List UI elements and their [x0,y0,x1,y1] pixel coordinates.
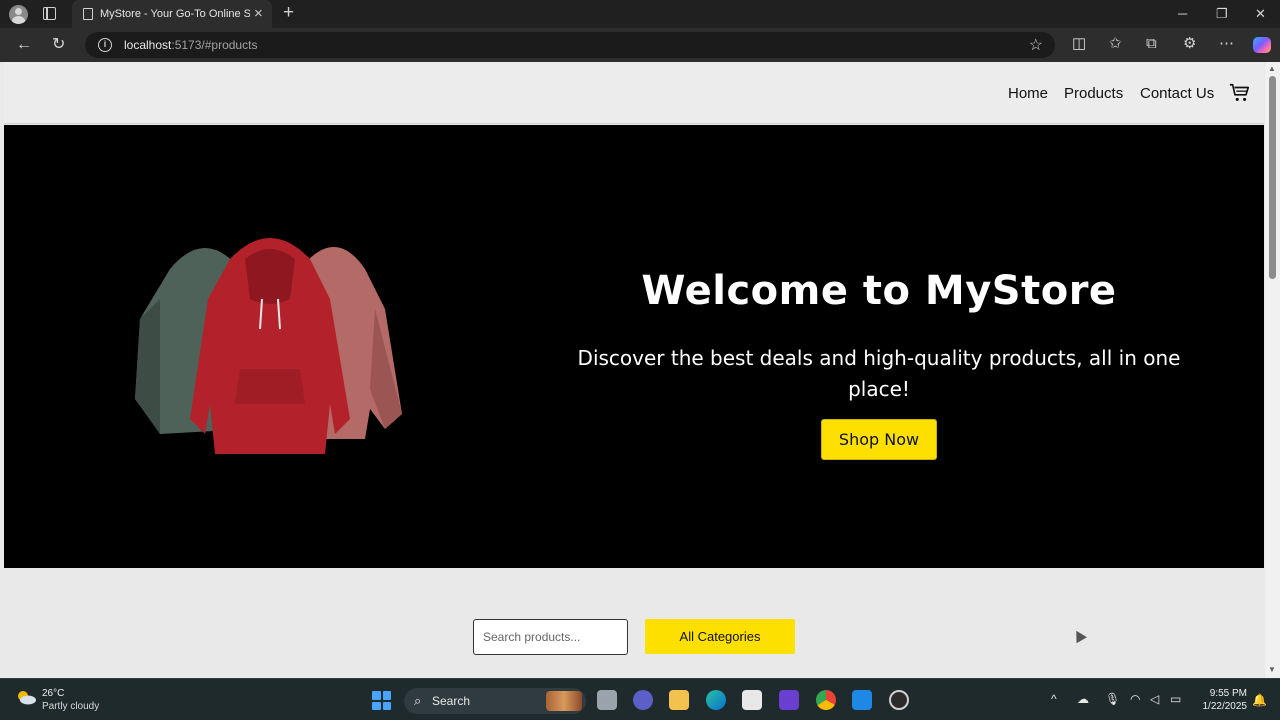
edge-icon[interactable] [706,690,726,710]
file-explorer-icon[interactable] [597,690,617,710]
chrome-icon[interactable] [816,690,836,710]
browser-title-bar: MyStore - Your Go-To Online Store × + ─ … [0,0,1280,28]
hero-subtitle: Discover the best deals and high-quality… [577,346,1181,401]
store-icon[interactable] [742,690,762,710]
wifi-icon[interactable]: ◠ [1130,693,1140,706]
taskbar-search-label: Search [432,694,471,708]
teams-icon[interactable] [633,690,653,710]
show-hidden-icons-icon[interactable]: ^ [1051,693,1057,706]
favorite-star-icon[interactable]: ☆ [1029,35,1043,55]
shop-now-button[interactable]: Shop Now [821,419,937,460]
url-path: :5173/#products [171,38,258,52]
window-close-icon[interactable]: ✕ [1255,6,1266,21]
weather-description[interactable]: Partly cloudy [42,701,99,712]
split-screen-icon[interactable]: ◫ [1072,36,1086,52]
profile-icon[interactable] [9,5,28,24]
extensions-icon[interactable]: ⚙ [1183,36,1196,52]
hero-title: Welcome to MyStore [641,268,1117,314]
tab-title: MyStore - Your Go-To Online Store [100,8,250,20]
url-text[interactable]: localhost:5173/#products [124,38,257,52]
battery-icon[interactable]: ▭ [1170,693,1181,706]
hero-banner: Welcome to MyStore Discover the best dea… [4,125,1264,568]
volume-icon[interactable]: ◁ [1150,693,1159,706]
search-highlight-image [546,691,582,711]
copilot-icon[interactable] [1253,37,1271,53]
page-scrollbar[interactable]: ▲ ▼ [1265,62,1280,678]
search-icon: ⌕ [414,693,422,708]
tab-actions-icon[interactable] [43,7,56,20]
new-tab-icon[interactable]: + [283,3,294,23]
product-search-input[interactable] [473,619,628,655]
cart-icon[interactable] [1229,82,1251,104]
url-host: localhost [124,38,172,52]
more-icon[interactable]: ⋯ [1219,36,1234,52]
restore-icon[interactable]: ❐ [1216,6,1228,21]
reload-icon[interactable]: ↻ [52,36,65,53]
back-icon[interactable]: ← [16,36,32,53]
browser-toolbar: ← ↻ i localhost:5173/#products ☆ ◫ ✩ ⧉ ⚙… [0,28,1280,62]
minimize-icon[interactable]: ─ [1178,6,1187,21]
page-icon [83,8,93,20]
vscode-icon[interactable] [852,690,872,710]
browser-tab[interactable]: MyStore - Your Go-To Online Store × [72,0,272,28]
taskbar-search[interactable]: ⌕ Search [404,688,586,714]
product-controls: All Categories [4,568,1264,678]
nav-products-link[interactable]: Products [1064,85,1123,102]
nav-contact-link[interactable]: Contact Us [1140,85,1214,102]
start-icon[interactable] [372,691,391,710]
folder-icon[interactable] [669,690,689,710]
info-icon[interactable]: i [98,38,112,52]
clock-time[interactable]: 9:55 PM [1197,688,1247,699]
notification-bell-icon[interactable]: 🔔 [1252,693,1267,707]
scrollbar-thumb[interactable] [1269,76,1276,279]
all-categories-button[interactable]: All Categories [645,619,795,654]
obs-icon[interactable] [889,690,909,710]
visual-studio-icon[interactable] [779,690,799,710]
address-bar[interactable]: i localhost:5173/#products ☆ [85,32,1055,58]
scroll-down-icon[interactable]: ▼ [1268,665,1276,674]
scroll-up-icon[interactable]: ▲ [1268,64,1276,73]
clock-date[interactable]: 1/22/2025 [1187,701,1248,712]
weather-temperature[interactable]: 26°C [42,688,64,699]
close-icon[interactable]: × [254,6,263,21]
collections-icon[interactable]: ⧉ [1146,36,1157,52]
windows-taskbar: 26°C Partly cloudy ⌕ Search ^ ☁ 🎙 ◠ ◁ ▭ … [0,678,1280,720]
partly-cloudy-icon[interactable] [15,689,37,705]
hero-hoodies-image [135,238,402,454]
site-header: Home Products Contact Us [4,62,1264,124]
nav-home-link[interactable]: Home [1008,85,1048,102]
page-viewport: Home Products Contact Us Welcome to MySt [0,62,1280,678]
favorites-icon[interactable]: ✩ [1109,36,1122,52]
onedrive-icon[interactable]: ☁ [1077,693,1089,706]
microphone-icon[interactable]: 🎙 [1105,693,1120,706]
